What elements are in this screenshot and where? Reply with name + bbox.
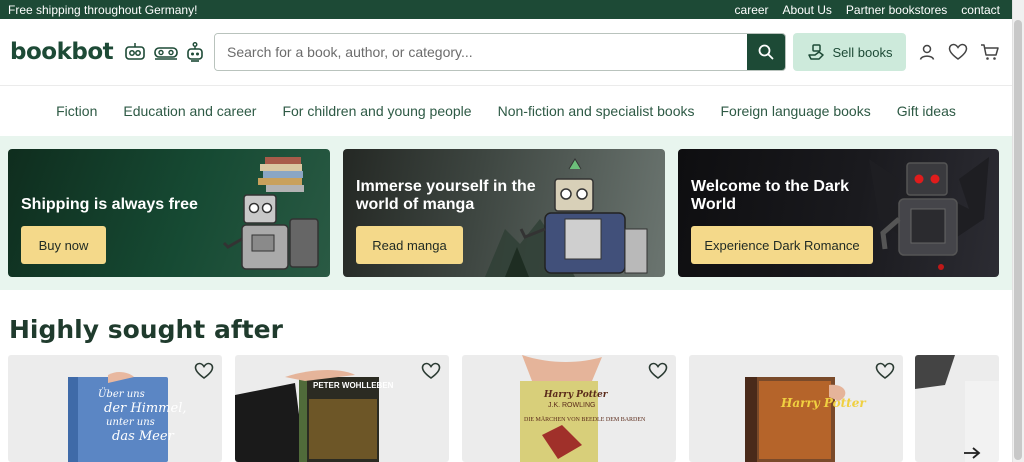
wishlist-heart-icon[interactable] <box>648 362 668 380</box>
banner-title: Immerse yourself in the world of manga <box>356 178 536 213</box>
book-card[interactable]: PETER WOHLLEBEN <box>235 355 449 462</box>
wishlist-heart-icon[interactable] <box>194 362 214 380</box>
banner-manga[interactable]: Immerse yourself in the world of manga R… <box>343 149 665 277</box>
search-bar <box>214 33 786 71</box>
cart-icon[interactable] <box>980 43 1000 61</box>
sell-books-button[interactable]: Sell books <box>793 33 906 71</box>
section-title-highly-sought-after: Highly sought after <box>9 315 283 344</box>
header-icons <box>918 43 1000 61</box>
banner-free-shipping[interactable]: Shipping is always free Buy now <box>8 149 330 277</box>
book-card[interactable]: Über uns der Himmel, unter uns das Meer <box>8 355 222 462</box>
account-icon[interactable] <box>918 43 936 61</box>
search-icon <box>758 44 774 60</box>
wishlist-heart-icon[interactable] <box>421 362 441 380</box>
book-cover-line: Harry Potter <box>780 396 867 410</box>
robot-antenna-icon <box>187 42 203 62</box>
book-cover-line: Harry Potter <box>543 390 609 400</box>
top-announcement-bar: Free shipping throughout Germany! career… <box>0 0 1012 19</box>
about-us-link[interactable]: About Us <box>783 3 832 17</box>
career-link[interactable]: career <box>735 3 769 17</box>
book-cover-line: unter uns <box>106 417 155 428</box>
book-cover-line: das Meer <box>112 429 175 444</box>
read-manga-button[interactable]: Read manga <box>356 226 463 264</box>
site-header: bookbot Sell books <box>0 19 1012 85</box>
contact-link[interactable]: contact <box>961 3 1000 17</box>
book-card[interactable]: Harry Potter J.K. ROWLING DIE MÄRCHEN VO… <box>462 355 676 462</box>
wishlist-heart-icon[interactable] <box>948 43 968 61</box>
book-cover-line: DIE MÄRCHEN VON BEEDLE DEM BARDEN <box>524 416 646 423</box>
carousel-next-arrow-icon[interactable] <box>962 445 982 461</box>
wishlist-heart-icon[interactable] <box>875 362 895 380</box>
promo-banners: Shipping is always free Buy now Immerse … <box>0 136 1012 290</box>
robot-face-icon <box>125 43 145 60</box>
book-card-partial[interactable] <box>915 355 999 462</box>
banner-title: Welcome to the Dark World <box>691 178 849 213</box>
robot-tank-icon <box>154 47 178 60</box>
book-cover-line: PETER WOHLLEBEN <box>313 381 394 390</box>
search-button[interactable] <box>747 34 785 70</box>
scrollbar[interactable] <box>1012 0 1024 462</box>
sell-books-label: Sell books <box>832 44 893 60</box>
shipping-announcement: Free shipping throughout Germany! <box>8 2 198 17</box>
category-nav: Fiction Education and career For childre… <box>0 85 1012 136</box>
book-cover-line: der Himmel, <box>104 401 187 416</box>
experience-dark-romance-button[interactable]: Experience Dark Romance <box>691 226 873 264</box>
book-card[interactable]: Harry Potter <box>689 355 903 462</box>
book-cover-line: J.K. ROWLING <box>548 402 595 409</box>
buy-now-button[interactable]: Buy now <box>21 226 106 264</box>
sell-books-icon <box>807 44 824 60</box>
book-carousel: Über uns der Himmel, unter uns das Meer … <box>0 355 1012 462</box>
bookbot-logo[interactable]: bookbot <box>10 39 114 65</box>
nav-item-gift-ideas[interactable]: Gift ideas <box>897 103 956 119</box>
book-cover-image: Harry Potter <box>745 377 867 462</box>
book-cover-image: PETER WOHLLEBEN <box>235 370 394 462</box>
banner-dark-romance[interactable]: Welcome to the Dark World Experience Dar… <box>678 149 999 277</box>
scrollbar-thumb[interactable] <box>1014 20 1022 460</box>
nav-item-children[interactable]: For children and young people <box>282 103 471 119</box>
nav-item-education[interactable]: Education and career <box>123 103 256 119</box>
partner-bookstores-link[interactable]: Partner bookstores <box>846 3 947 17</box>
top-links: career About Us Partner bookstores conta… <box>735 3 1000 17</box>
book-cover-image <box>915 355 999 462</box>
nav-item-fiction[interactable]: Fiction <box>56 103 97 119</box>
nav-item-non-fiction[interactable]: Non-fiction and specialist books <box>498 103 695 119</box>
book-cover-image: Über uns der Himmel, unter uns das Meer <box>68 371 187 462</box>
nav-item-foreign-language[interactable]: Foreign language books <box>720 103 870 119</box>
search-input[interactable] <box>215 34 747 70</box>
banner-title: Shipping is always free <box>21 196 198 213</box>
robot-mascots <box>124 42 204 64</box>
book-cover-image: Harry Potter J.K. ROWLING DIE MÄRCHEN VO… <box>520 355 646 462</box>
book-cover-line: Über uns <box>98 388 145 400</box>
